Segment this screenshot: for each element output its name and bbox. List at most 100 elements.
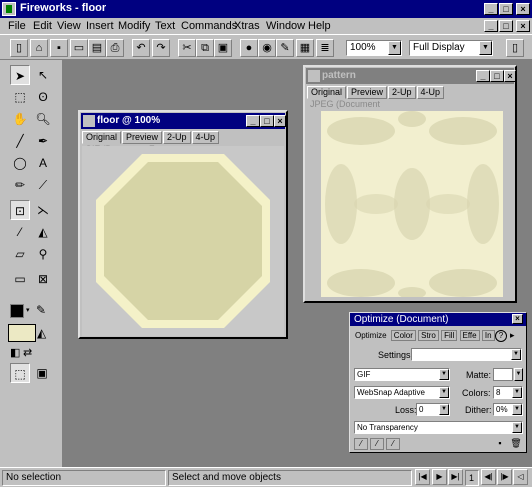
menu-modify[interactable]: Modify xyxy=(118,20,150,32)
slice-tool-icon[interactable]: ⊠ xyxy=(33,269,53,289)
tab-4up[interactable]: 4-Up xyxy=(416,86,445,99)
menu-text[interactable]: Text xyxy=(155,20,175,32)
chevron-down-icon[interactable]: ▼ xyxy=(388,41,401,55)
copy-icon[interactable]: ⧉ xyxy=(196,39,214,57)
loss-field[interactable]: 0 ▼ xyxy=(416,403,450,416)
first-frame-icon[interactable]: |◀ xyxy=(415,469,430,485)
maximize-button[interactable]: □ xyxy=(499,3,513,15)
subselect-tool-icon[interactable]: ↖ xyxy=(33,65,53,85)
zoom-select[interactable]: 100% ▼ xyxy=(346,40,402,56)
doc-restore-button[interactable]: □ xyxy=(499,20,513,32)
menu-view[interactable]: View xyxy=(57,20,81,32)
menu-edit[interactable]: Edit xyxy=(33,20,52,32)
chevron-down-icon[interactable]: ▼ xyxy=(512,387,522,398)
tab-optimize[interactable]: Optimize xyxy=(353,331,389,340)
chevron-down-icon[interactable]: ▼ xyxy=(514,368,523,381)
paste-icon[interactable]: ▣ xyxy=(214,39,232,57)
open-icon[interactable]: ⌂ xyxy=(30,39,48,57)
undo-icon[interactable]: ↶ xyxy=(132,39,150,57)
tab-info[interactable]: In xyxy=(481,330,495,341)
zoom-tool-icon[interactable]: 🔍︎ xyxy=(33,109,53,129)
chevron-down-icon[interactable]: ▼ xyxy=(439,404,449,415)
last-frame-icon[interactable]: ▶| xyxy=(448,469,463,485)
new-icon[interactable]: ▯ xyxy=(10,39,28,57)
tab-original[interactable]: Original xyxy=(307,86,347,99)
cut-icon[interactable]: ✂ xyxy=(178,39,196,57)
stroke-color-swatch[interactable] xyxy=(10,304,24,318)
optimize-close-button[interactable]: × xyxy=(512,314,523,324)
frames-icon[interactable]: ▦ xyxy=(296,39,314,57)
scale-tool-icon[interactable]: ⊡ xyxy=(10,200,30,220)
web-icon[interactable]: ● xyxy=(240,39,258,57)
tab-effect[interactable]: Effe xyxy=(459,330,480,341)
tab-2up[interactable]: 2-Up xyxy=(163,131,191,144)
floor-minimize-button[interactable]: _ xyxy=(246,115,260,127)
trash-icon[interactable]: 🗑︎ xyxy=(510,438,522,450)
standard-view-icon[interactable]: ⬚ xyxy=(10,363,30,383)
tab-4up[interactable]: 4-Up xyxy=(191,131,220,144)
chevron-down-icon[interactable]: ▼ xyxy=(439,369,449,380)
swap-colors-icon[interactable]: ⇄ xyxy=(23,346,32,359)
floor-maximize-button[interactable]: □ xyxy=(260,115,274,127)
play-icon[interactable]: ▶ xyxy=(432,469,447,485)
tab-stroke[interactable]: Stro xyxy=(418,330,439,341)
save-icon[interactable]: ▪ xyxy=(50,39,68,57)
next-frame-icon[interactable]: |▶ xyxy=(497,469,512,485)
menu-xtras[interactable]: Xtras xyxy=(234,20,260,32)
pencil-tool-icon[interactable]: ✏ xyxy=(10,175,30,195)
frame-menu-icon[interactable]: ◁ xyxy=(513,469,528,485)
panel-arrow-icon[interactable]: ▸ xyxy=(510,330,515,341)
tab-2up[interactable]: 2-Up xyxy=(388,86,416,99)
text-tool-icon[interactable]: A xyxy=(33,153,53,173)
menu-commands[interactable]: Commands xyxy=(181,20,237,32)
launch-icon[interactable]: ✎ xyxy=(276,39,294,57)
menu-file[interactable]: File xyxy=(8,20,26,32)
help-icon[interactable]: ? xyxy=(495,330,507,342)
display-select[interactable]: Full Display ▼ xyxy=(409,40,493,56)
eraser-tool-icon[interactable]: ▱ xyxy=(10,244,30,264)
eyedropper-plus-icon[interactable]: ⁄ xyxy=(370,438,384,450)
menu-help[interactable]: Help xyxy=(308,20,331,32)
ellipse-tool-icon[interactable]: ◯ xyxy=(10,153,30,173)
dither-field[interactable]: 0% ▼ xyxy=(493,403,523,416)
eyedropper-add-icon[interactable]: ⁄ xyxy=(354,438,368,450)
export-icon[interactable]: ▤ xyxy=(88,39,106,57)
transparency-select[interactable]: No Transparency ▼ xyxy=(354,421,523,434)
tab-color[interactable]: Color xyxy=(390,330,416,341)
rubber-stamp-tool-icon[interactable]: ⚲ xyxy=(33,244,53,264)
tab-preview[interactable]: Preview xyxy=(122,131,163,144)
line-tool-icon[interactable]: ╱ xyxy=(10,131,30,151)
fill-color-swatch[interactable] xyxy=(8,324,36,342)
eyedropper-tool-icon[interactable]: ⁄ xyxy=(10,222,30,242)
pattern-minimize-button[interactable]: _ xyxy=(476,70,490,82)
floor-close-button[interactable]: × xyxy=(274,115,286,127)
chevron-down-icon[interactable]: ▼ xyxy=(479,41,492,55)
pattern-close-button[interactable]: × xyxy=(504,70,516,82)
colors-field[interactable]: 8 ▼ xyxy=(493,386,523,399)
pointer-tool-icon[interactable]: ➤ xyxy=(10,65,30,85)
tab-original[interactable]: Original xyxy=(82,131,122,144)
knife-tool-icon[interactable]: ⋋ xyxy=(33,200,53,220)
chevron-down-icon[interactable]: ▼ xyxy=(512,422,522,433)
hotspot-tool-icon[interactable]: ▭ xyxy=(10,269,30,289)
print-icon[interactable]: ⎙ xyxy=(106,39,124,57)
chevron-down-icon[interactable]: ▼ xyxy=(512,404,522,415)
palette-select[interactable]: WebSnap Adaptive ▼ xyxy=(354,386,450,399)
save-settings-icon[interactable]: ▪ xyxy=(494,438,506,450)
eyedropper-minus-icon[interactable]: ⁄ xyxy=(386,438,400,450)
brush-tool-icon[interactable]: ⟋ xyxy=(33,175,53,195)
menu-window[interactable]: Window xyxy=(266,20,305,32)
redo-icon[interactable]: ↷ xyxy=(152,39,170,57)
chevron-down-icon[interactable]: ▼ xyxy=(511,349,521,360)
tab-preview[interactable]: Preview xyxy=(347,86,388,99)
layers-icon[interactable]: ≣ xyxy=(316,39,334,57)
settings-select[interactable]: ▼ xyxy=(411,348,522,361)
tab-fill[interactable]: Fill xyxy=(441,330,458,341)
default-colors-icon[interactable]: ◧ xyxy=(10,346,20,359)
menu-insert[interactable]: Insert xyxy=(86,20,114,32)
chevron-down-icon[interactable]: ▼ xyxy=(439,387,449,398)
pattern-maximize-button[interactable]: □ xyxy=(490,70,504,82)
minimize-button[interactable]: _ xyxy=(484,3,498,15)
prev-frame-icon[interactable]: ◀| xyxy=(481,469,496,485)
doc-close-button[interactable]: × xyxy=(516,20,530,32)
